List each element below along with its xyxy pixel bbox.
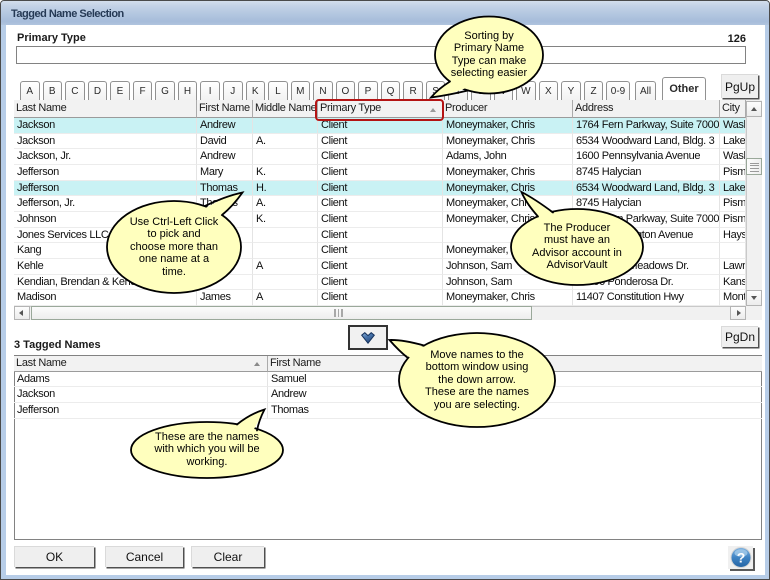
- svg-text:?: ?: [737, 550, 746, 566]
